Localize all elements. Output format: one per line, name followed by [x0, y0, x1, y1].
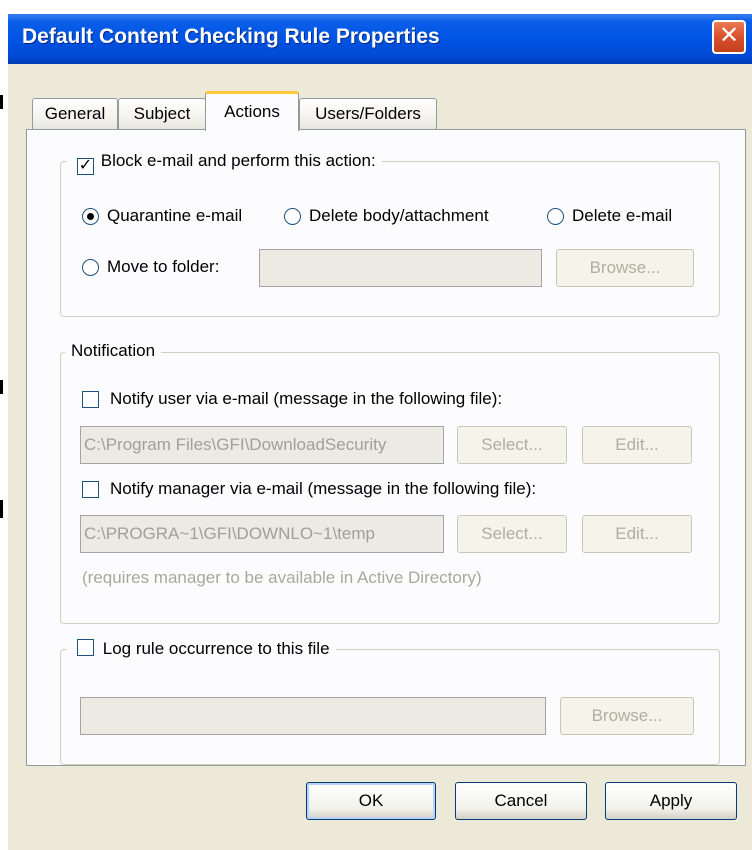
dialog-title: Default Content Checking Rule Properties [22, 25, 440, 48]
background-fragment [0, 380, 3, 394]
folder-browse-button[interactable]: Browse... [556, 249, 694, 287]
log-occurrence-label: Log rule occurrence to this file [102, 639, 330, 658]
tab-general[interactable]: General [32, 98, 118, 129]
tab-label: General [44, 104, 106, 123]
delete-email-radio[interactable] [547, 208, 564, 225]
notification-legend: Notification [65, 340, 162, 362]
notify-manager-edit-button[interactable]: Edit... [582, 515, 692, 553]
cancel-button[interactable]: Cancel [455, 782, 587, 820]
delete-email-label: Delete e-mail [572, 206, 673, 225]
notify-user-file-input[interactable]: C:\Program Files\GFI\DownloadSecurity [80, 426, 444, 464]
quarantine-label: Quarantine e-mail [107, 206, 243, 225]
quarantine-radio[interactable] [82, 208, 99, 225]
tab-label: Subject [133, 104, 191, 123]
tab-actions[interactable]: Actions [205, 91, 299, 131]
background-fragment [0, 95, 3, 109]
notify-user-label: Notify user via e-mail (message in the f… [110, 389, 503, 408]
log-file-input[interactable] [80, 697, 546, 735]
notify-manager-checkbox[interactable] [82, 481, 99, 498]
title-bar[interactable]: Default Content Checking Rule Properties… [8, 14, 752, 64]
delete-body-attachment-label: Delete body/attachment [309, 206, 489, 225]
notify-user-select-button[interactable]: Select... [457, 426, 567, 464]
notify-user-checkbox[interactable] [82, 391, 99, 408]
tab-label: Users/Folders [315, 104, 421, 123]
delete-body-attachment-radio[interactable] [284, 208, 301, 225]
tab-label: Actions [224, 102, 280, 121]
close-button[interactable]: ✕ [712, 20, 746, 54]
apply-button[interactable]: Apply [605, 782, 737, 820]
move-to-folder-label: Move to folder: [107, 257, 220, 276]
background-window [0, 0, 752, 14]
folder-path-input[interactable] [259, 249, 542, 287]
log-occurrence-checkbox[interactable] [77, 639, 94, 656]
tab-users-folders[interactable]: Users/Folders [299, 98, 437, 129]
log-browse-button[interactable]: Browse... [560, 697, 694, 735]
move-to-folder-radio[interactable] [82, 259, 99, 276]
block-email-checkbox[interactable]: ✓ [77, 158, 94, 175]
ok-button[interactable]: OK [306, 782, 436, 820]
log-legend: Log rule occurrence to this file [67, 638, 336, 660]
manager-requirement-note: (requires manager to be available in Act… [82, 568, 482, 587]
block-email-group [60, 161, 720, 317]
properties-dialog: Default Content Checking Rule Properties… [8, 14, 752, 850]
actions-tab-panel: ✓ Block e-mail and perform this action: … [26, 129, 746, 766]
notify-user-edit-button[interactable]: Edit... [582, 426, 692, 464]
notify-manager-file-input[interactable]: C:\PROGRA~1\GFI\DOWNLO~1\temp [80, 515, 444, 553]
block-email-legend: ✓ Block e-mail and perform this action: [67, 150, 382, 175]
close-icon: ✕ [718, 22, 740, 49]
radio-selected-dot [87, 213, 94, 220]
tab-subject[interactable]: Subject [118, 98, 206, 129]
background-fragment [0, 500, 3, 518]
notify-manager-label: Notify manager via e-mail (message in th… [110, 479, 537, 498]
notify-manager-select-button[interactable]: Select... [457, 515, 567, 553]
block-email-label: Block e-mail and perform this action: [100, 151, 376, 170]
